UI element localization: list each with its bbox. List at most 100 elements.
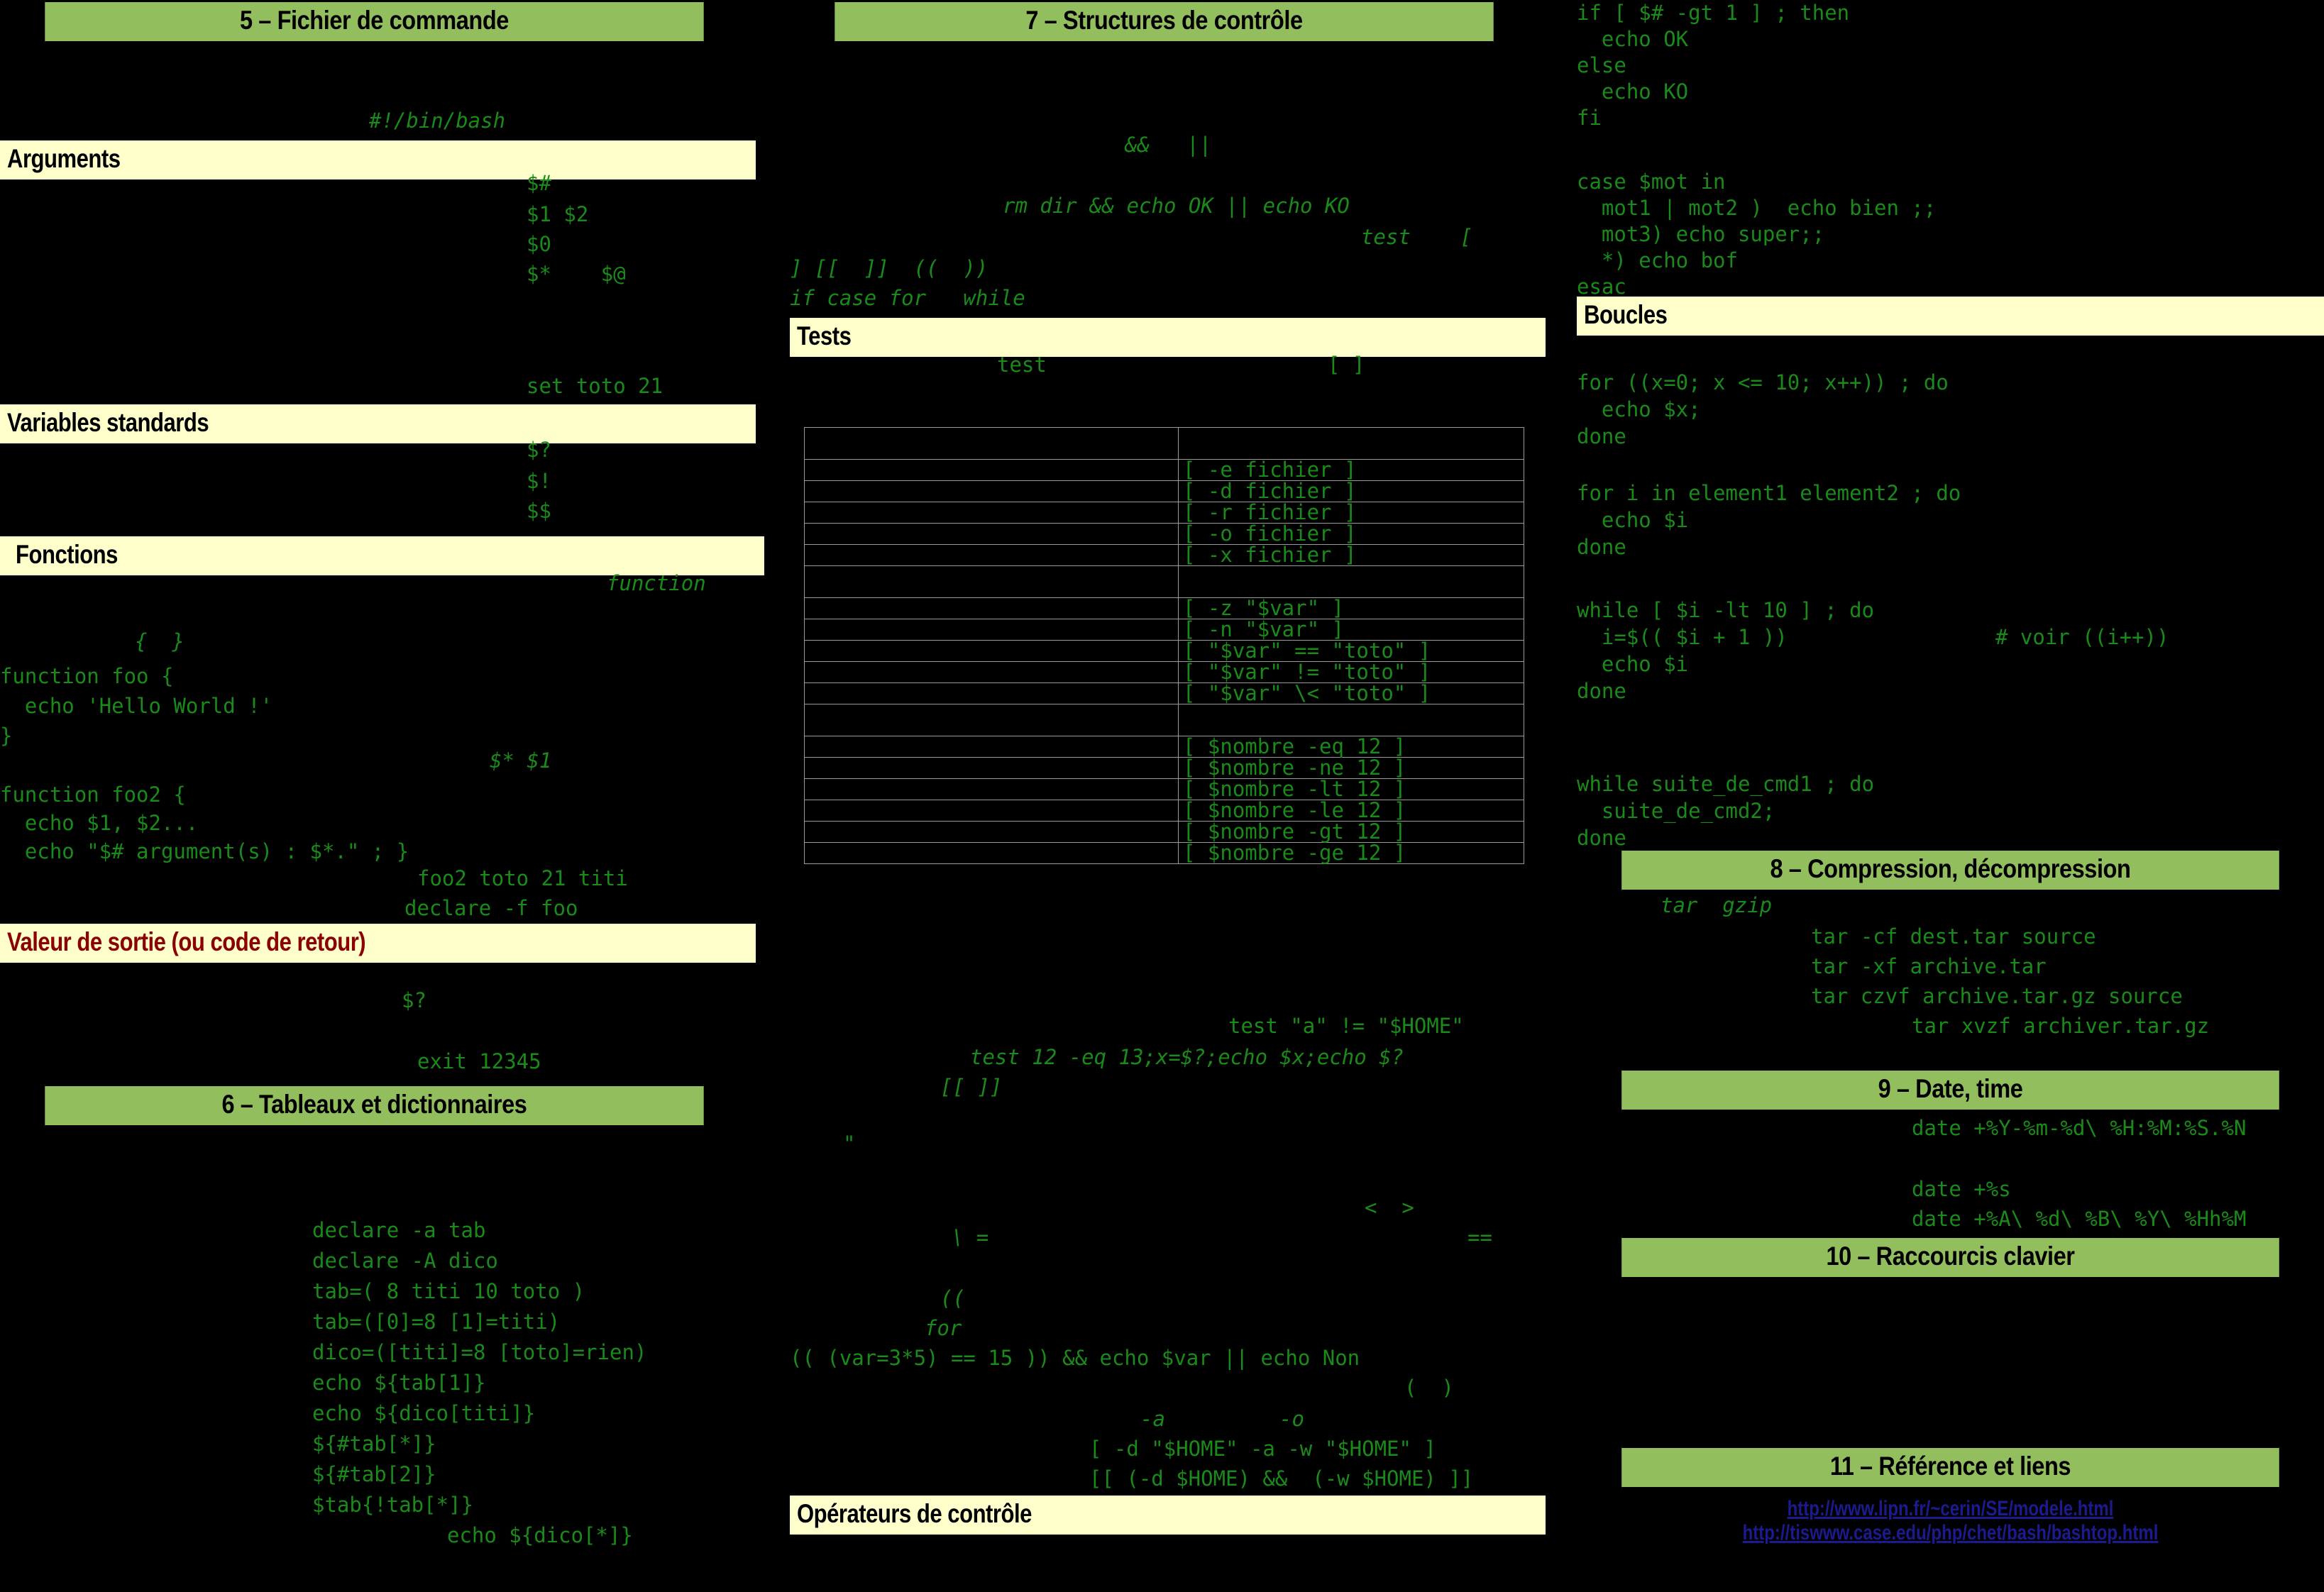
table-cell-left [804,640,1179,662]
table-row [804,704,1524,736]
table-cell-left [804,842,1179,864]
foo2-function-block: function foo2 { echo $1, $2... echo "$# … [0,783,409,863]
table-row [804,427,1524,460]
minus-a-operator: -a [1140,1407,1165,1431]
tar-line-2: tar czvf archive.tar.gz source [1811,984,2183,1008]
brackets-line: ] [[ ]] (( )) [790,256,988,280]
foo2-call: foo2 toto 21 titi [417,866,628,890]
table-cell-right: [ "$var" \< "toto" ] [1178,682,1524,704]
table-cell-right: [ -z "$var" ] [1178,597,1524,619]
table-cell-left [804,619,1179,641]
table-row: [ $nombre -gt 12 ] [804,821,1524,843]
tab-line-0: declare -a tab [312,1218,486,1242]
tab-line-2: tab=( 8 titi 10 toto ) [312,1279,585,1303]
test-eq-line: test 12 -eq 13;x=$?;echo $x;echo $? [970,1045,1404,1069]
table-cell-left [804,682,1179,704]
table-row: [ $nombre -ge 12 ] [804,842,1524,864]
section-header-11: 11 – Référence et liens [1621,1446,2279,1489]
arg-line-3: $* $@ [527,262,626,286]
table-row: [ "$var" \< "toto" ] [804,682,1524,704]
while-line-2: i=$(( $i + 1 )) [1577,625,1788,649]
tab-line-1: declare -A dico [312,1249,498,1273]
table-cell-left [804,544,1179,566]
table-cell-right: [ $nombre -gt 12 ] [1178,821,1524,843]
middle-column: 7 – Structures de contrôle && || rm dir … [790,0,1546,1592]
tar-gzip-keywords: tar gzip [1661,893,1773,917]
tar-line-0: tar -cf dest.tar source [1811,924,2096,949]
while-line-3: echo $i [1577,652,1689,676]
table-row: [ $nombre -ne 12 ] [804,757,1524,779]
for-c-block: for ((x=0; x <= 10; x++)) ; do echo $x; … [1577,370,1949,448]
while-line-1: while [ $i -lt 10 ] ; do [1577,598,1875,622]
rm-example: rm dir && echo OK || echo KO [1003,194,1350,218]
braces-text: { } [135,629,185,653]
section-header-9: 9 – Date, time [1621,1068,2279,1112]
exit-line: exit 12345 [417,1049,541,1073]
table-row: [ -z "$var" ] [804,597,1524,619]
minus-o-operator: -o [1279,1407,1304,1431]
reference-link-1[interactable]: http://www.lipn.fr/~cerin/SE/modele.html [1651,1497,2249,1521]
tar-xvzf-line: tar xvzf archiver.tar.gz [1912,1014,2210,1038]
subheader-variables: Variables standards [0,404,756,443]
var-line-2: $$ [527,499,551,523]
table-cell-left [804,821,1179,843]
section-header-8: 8 – Compression, décompression [1621,848,2279,892]
subheader-arguments: Arguments [0,140,756,179]
double-brackets: [[ ]] [940,1075,1003,1099]
test-home-line: test "a" != "$HOME" [1228,1014,1464,1038]
table-cell-right: [ $nombre -lt 12 ] [1178,778,1524,800]
foo-function-block: function foo { echo 'Hello World !' } [0,664,273,748]
arg-line-0: $# [527,171,551,195]
declare-f-foo: declare -f foo [404,896,578,920]
case-block: case $mot in mot1 | mot2 ) echo bien ;; … [1577,170,1937,299]
tests-table-body: [ -e fichier ] [ -d fichier ] [ -r fichi… [804,427,1524,864]
arg-line-2: $0 [527,232,551,256]
table-cell-left [804,661,1179,683]
table-cell-left [804,704,1179,736]
table-cell-left [804,565,1179,598]
table-row: [ "$var" == "toto" ] [804,640,1524,662]
table-row: [ -o fichier ] [804,523,1524,545]
reference-links: http://www.lipn.fr/~cerin/SE/modele.html… [1577,1497,2324,1545]
double-paren: (( [940,1286,965,1310]
for-keyword: for [925,1316,962,1340]
arith-example: (( (var=3*5) == 15 )) && echo $var || ec… [790,1346,1360,1370]
test-and2-line: [[ (-d $HOME) && (-w $HOME) ]] [1089,1466,1474,1491]
date-long-line: date +%A\ %d\ %B\ %Y\ %Hh%M [1912,1207,2247,1231]
tab-line-3: tab=([0]=8 [1]=titi) [312,1310,561,1334]
table-cell-left [804,480,1179,502]
and-or-operators: && || [1125,133,1212,157]
table-cell-left [804,427,1179,460]
tab-line-9: $tab{!tab[*]} [312,1493,473,1517]
empty-brackets: [ ] [1328,353,1365,377]
table-cell-right: [ $nombre -ge 12 ] [1178,842,1524,864]
var-line-0: $? [527,438,551,462]
table-cell-right: [ -n "$var" ] [1178,619,1524,641]
right-column: if [ $# -gt 1 ] ; then echo OK else echo… [1577,0,2324,1592]
table-cell-left [804,800,1179,822]
table-row: [ $nombre -eq 12 ] [804,736,1524,758]
dico-star-line: echo ${dico[*]} [447,1523,633,1547]
section-header-7: 7 – Structures de contrôle [835,0,1494,43]
table-cell-left [804,459,1179,481]
subheader-tests: Tests [790,318,1546,357]
table-cell-right: [ -o fichier ] [1178,523,1524,545]
set-line: set toto 21 [527,374,663,398]
table-cell-right: [ -r fichier ] [1178,502,1524,524]
subheader-operateurs: Opérateurs de contrôle [790,1496,1546,1535]
date-full-line: date +%Y-%m-%d\ %H:%M:%S.%N [1912,1116,2247,1140]
table-row: [ -r fichier ] [804,502,1524,524]
table-row: [ -e fichier ] [804,459,1524,481]
section-header-10: 10 – Raccourcis clavier [1621,1236,2279,1279]
tab-line-7: ${#tab[*]} [312,1432,436,1456]
test-bracket-text: test [ [1361,225,1473,249]
table-cell-left [804,502,1179,524]
tab-line-8: ${#tab[2]} [312,1462,436,1486]
date-s-line: date +%s [1912,1177,2011,1201]
reference-link-2[interactable]: http://tiswww.case.edu/php/chet/bash/bas… [1651,1521,2249,1545]
tar-line-1: tar -xf archive.tar [1811,954,2047,978]
quote-char: " [843,1132,856,1156]
keywords-line: if case for while [790,286,1025,310]
tab-line-6: echo ${dico[titi]} [312,1401,536,1425]
tab-line-4: dico=([titi]=8 [toto]=rien) [312,1340,647,1364]
